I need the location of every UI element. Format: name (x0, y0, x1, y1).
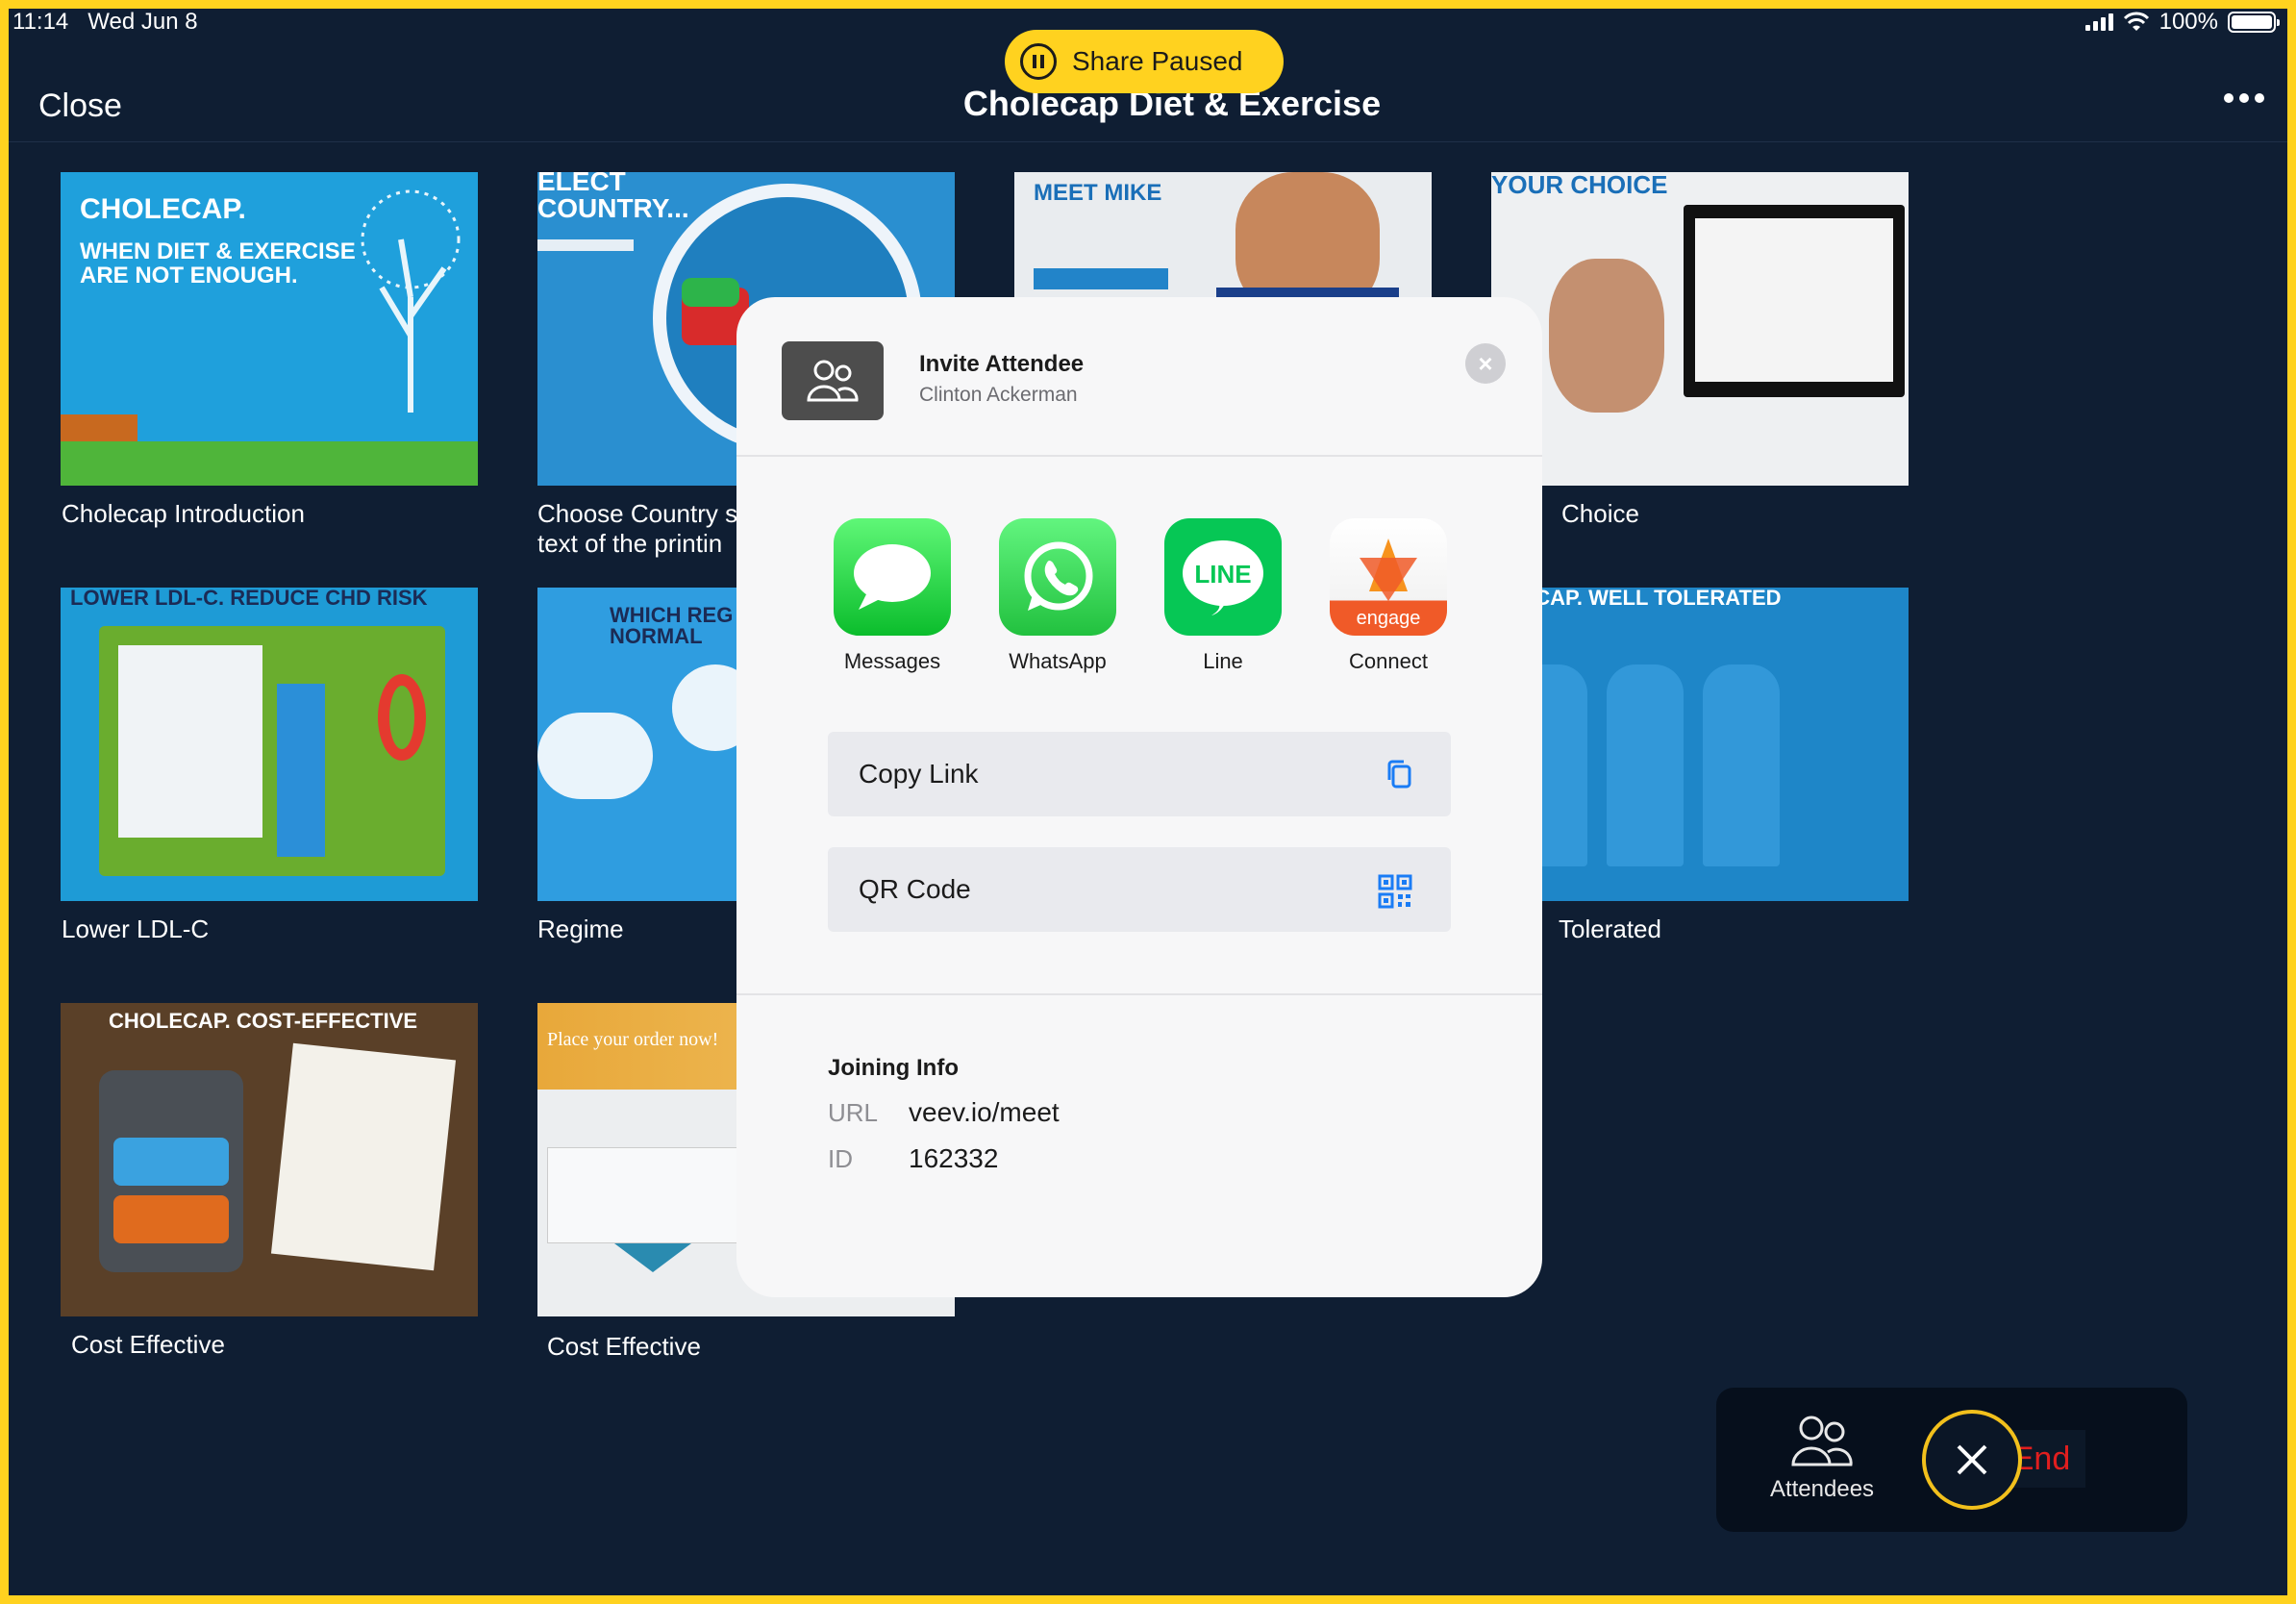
whatsapp-icon (999, 518, 1116, 636)
share-app-line[interactable]: LINE Line (1164, 518, 1282, 674)
slide-headline: MEET MIKE (1034, 180, 1162, 206)
slide-thumbnail[interactable]: OLECAP. WELL TOLERATED (1491, 588, 1909, 901)
people-icon (807, 360, 859, 402)
copy-icon (1387, 760, 1411, 789)
battery-percent: 100% (2159, 9, 2218, 35)
share-paused-label: Share Paused (1072, 46, 1243, 76)
slide-title: Regime (537, 915, 624, 943)
app-label: Line (1203, 649, 1243, 673)
modal-header: Invite Attendee Clinton Ackerman × (736, 297, 1542, 457)
status-right: 100% (2084, 9, 2280, 36)
copy-link-label: Copy Link (859, 759, 979, 789)
more-options-icon[interactable] (2224, 93, 2264, 103)
slide-title: Cholecap Introduction (62, 499, 305, 528)
copy-link-button[interactable]: Copy Link (828, 732, 1451, 816)
header-divider (9, 141, 2287, 142)
svg-text:LINE: LINE (1194, 560, 1251, 589)
slide-title: Cost Effective (71, 1330, 225, 1359)
battery-icon (2228, 12, 2280, 33)
attendees-label: Attendees (1769, 1476, 1875, 1502)
attendees-button[interactable]: Attendees (1755, 1415, 1889, 1503)
status-time-date: 11:14 Wed Jun 8 (12, 9, 198, 35)
app-label: WhatsApp (1009, 649, 1107, 673)
engage-connect-icon: engage (1330, 518, 1447, 636)
qr-code-icon (1378, 874, 1412, 909)
attendee-avatar (782, 341, 884, 420)
share-apps: Messages WhatsApp LINE Line engage Conne… (834, 518, 1447, 674)
modal-close-button[interactable]: × (1465, 343, 1506, 384)
joining-info-title: Joining Info (828, 1055, 959, 1081)
qr-code-label: QR Code (859, 874, 971, 904)
invite-attendee-modal: Invite Attendee Clinton Ackerman × Messa… (736, 297, 1542, 1297)
slide-thumbnail[interactable]: CHOLECAP. WHEN DIET & EXERCISE ARE NOT E… (61, 172, 478, 486)
slide-title: Choice (1561, 499, 1639, 528)
slide-thumbnail[interactable]: LOWER LDL-C. REDUCE CHD RISK (61, 588, 478, 901)
url-value: veev.io/meet (909, 1097, 1060, 1127)
app-label: Connect (1349, 649, 1428, 673)
share-app-connect[interactable]: engage Connect (1330, 518, 1447, 674)
slide-title: Lower LDL-C (62, 915, 210, 943)
pause-icon (1020, 43, 1057, 80)
id-value: 162332 (909, 1143, 999, 1173)
slide-headline: CHOLECAP. COST-EFFECTIVE (109, 1009, 418, 1033)
slide-thumbnail[interactable]: CHOLECAP. COST-EFFECTIVE (61, 1003, 478, 1316)
slide-headline: Place your order now! (547, 1029, 719, 1050)
modal-title: Invite Attendee (919, 351, 1085, 377)
slide-title: Cost Effective (547, 1332, 701, 1361)
cellular-signal-icon (2084, 13, 2113, 31)
share-app-whatsapp[interactable]: WhatsApp (999, 518, 1116, 674)
slide-subheadline: WHEN DIET & EXERCISE ARE NOT ENOUGH. (80, 238, 356, 289)
line-icon: LINE (1164, 518, 1282, 636)
messages-icon (834, 518, 951, 636)
app-label: Messages (843, 649, 941, 673)
wifi-icon (2123, 12, 2149, 31)
close-icon (1957, 1444, 1987, 1475)
slide-headline: ELECT COUNTRY... (537, 172, 689, 223)
id-key: ID (828, 1144, 853, 1173)
close-icon: × (1478, 348, 1493, 378)
tree-illustration (361, 189, 461, 413)
slide-headline: CHOLECAP. (80, 193, 246, 225)
joining-url-row: URL veev.io/meet (828, 1097, 1060, 1128)
slide-headline: YOUR CHOICE (1491, 172, 1668, 199)
url-key: URL (828, 1098, 879, 1127)
slide-headline: LOWER LDL-C. REDUCE CHD RISK (70, 588, 428, 610)
share-paused-button[interactable]: Share Paused (1005, 30, 1284, 93)
engage-wordmark: engage (1356, 608, 1421, 629)
slide-title: Tolerated (1559, 915, 1661, 943)
qr-code-button[interactable]: QR Code (828, 847, 1451, 932)
modal-subtitle: Clinton Ackerman (919, 384, 1078, 406)
joining-id-row: ID 162332 (828, 1143, 998, 1174)
attendees-icon (1791, 1416, 1853, 1466)
modal-divider (736, 993, 1542, 995)
close-dock-button[interactable] (1922, 1410, 2022, 1510)
slide-title: Choose Country s text of the printin (537, 499, 738, 559)
share-app-messages[interactable]: Messages (834, 518, 951, 674)
slide-thumbnail[interactable]: YOUR CHOICE (1491, 172, 1909, 486)
